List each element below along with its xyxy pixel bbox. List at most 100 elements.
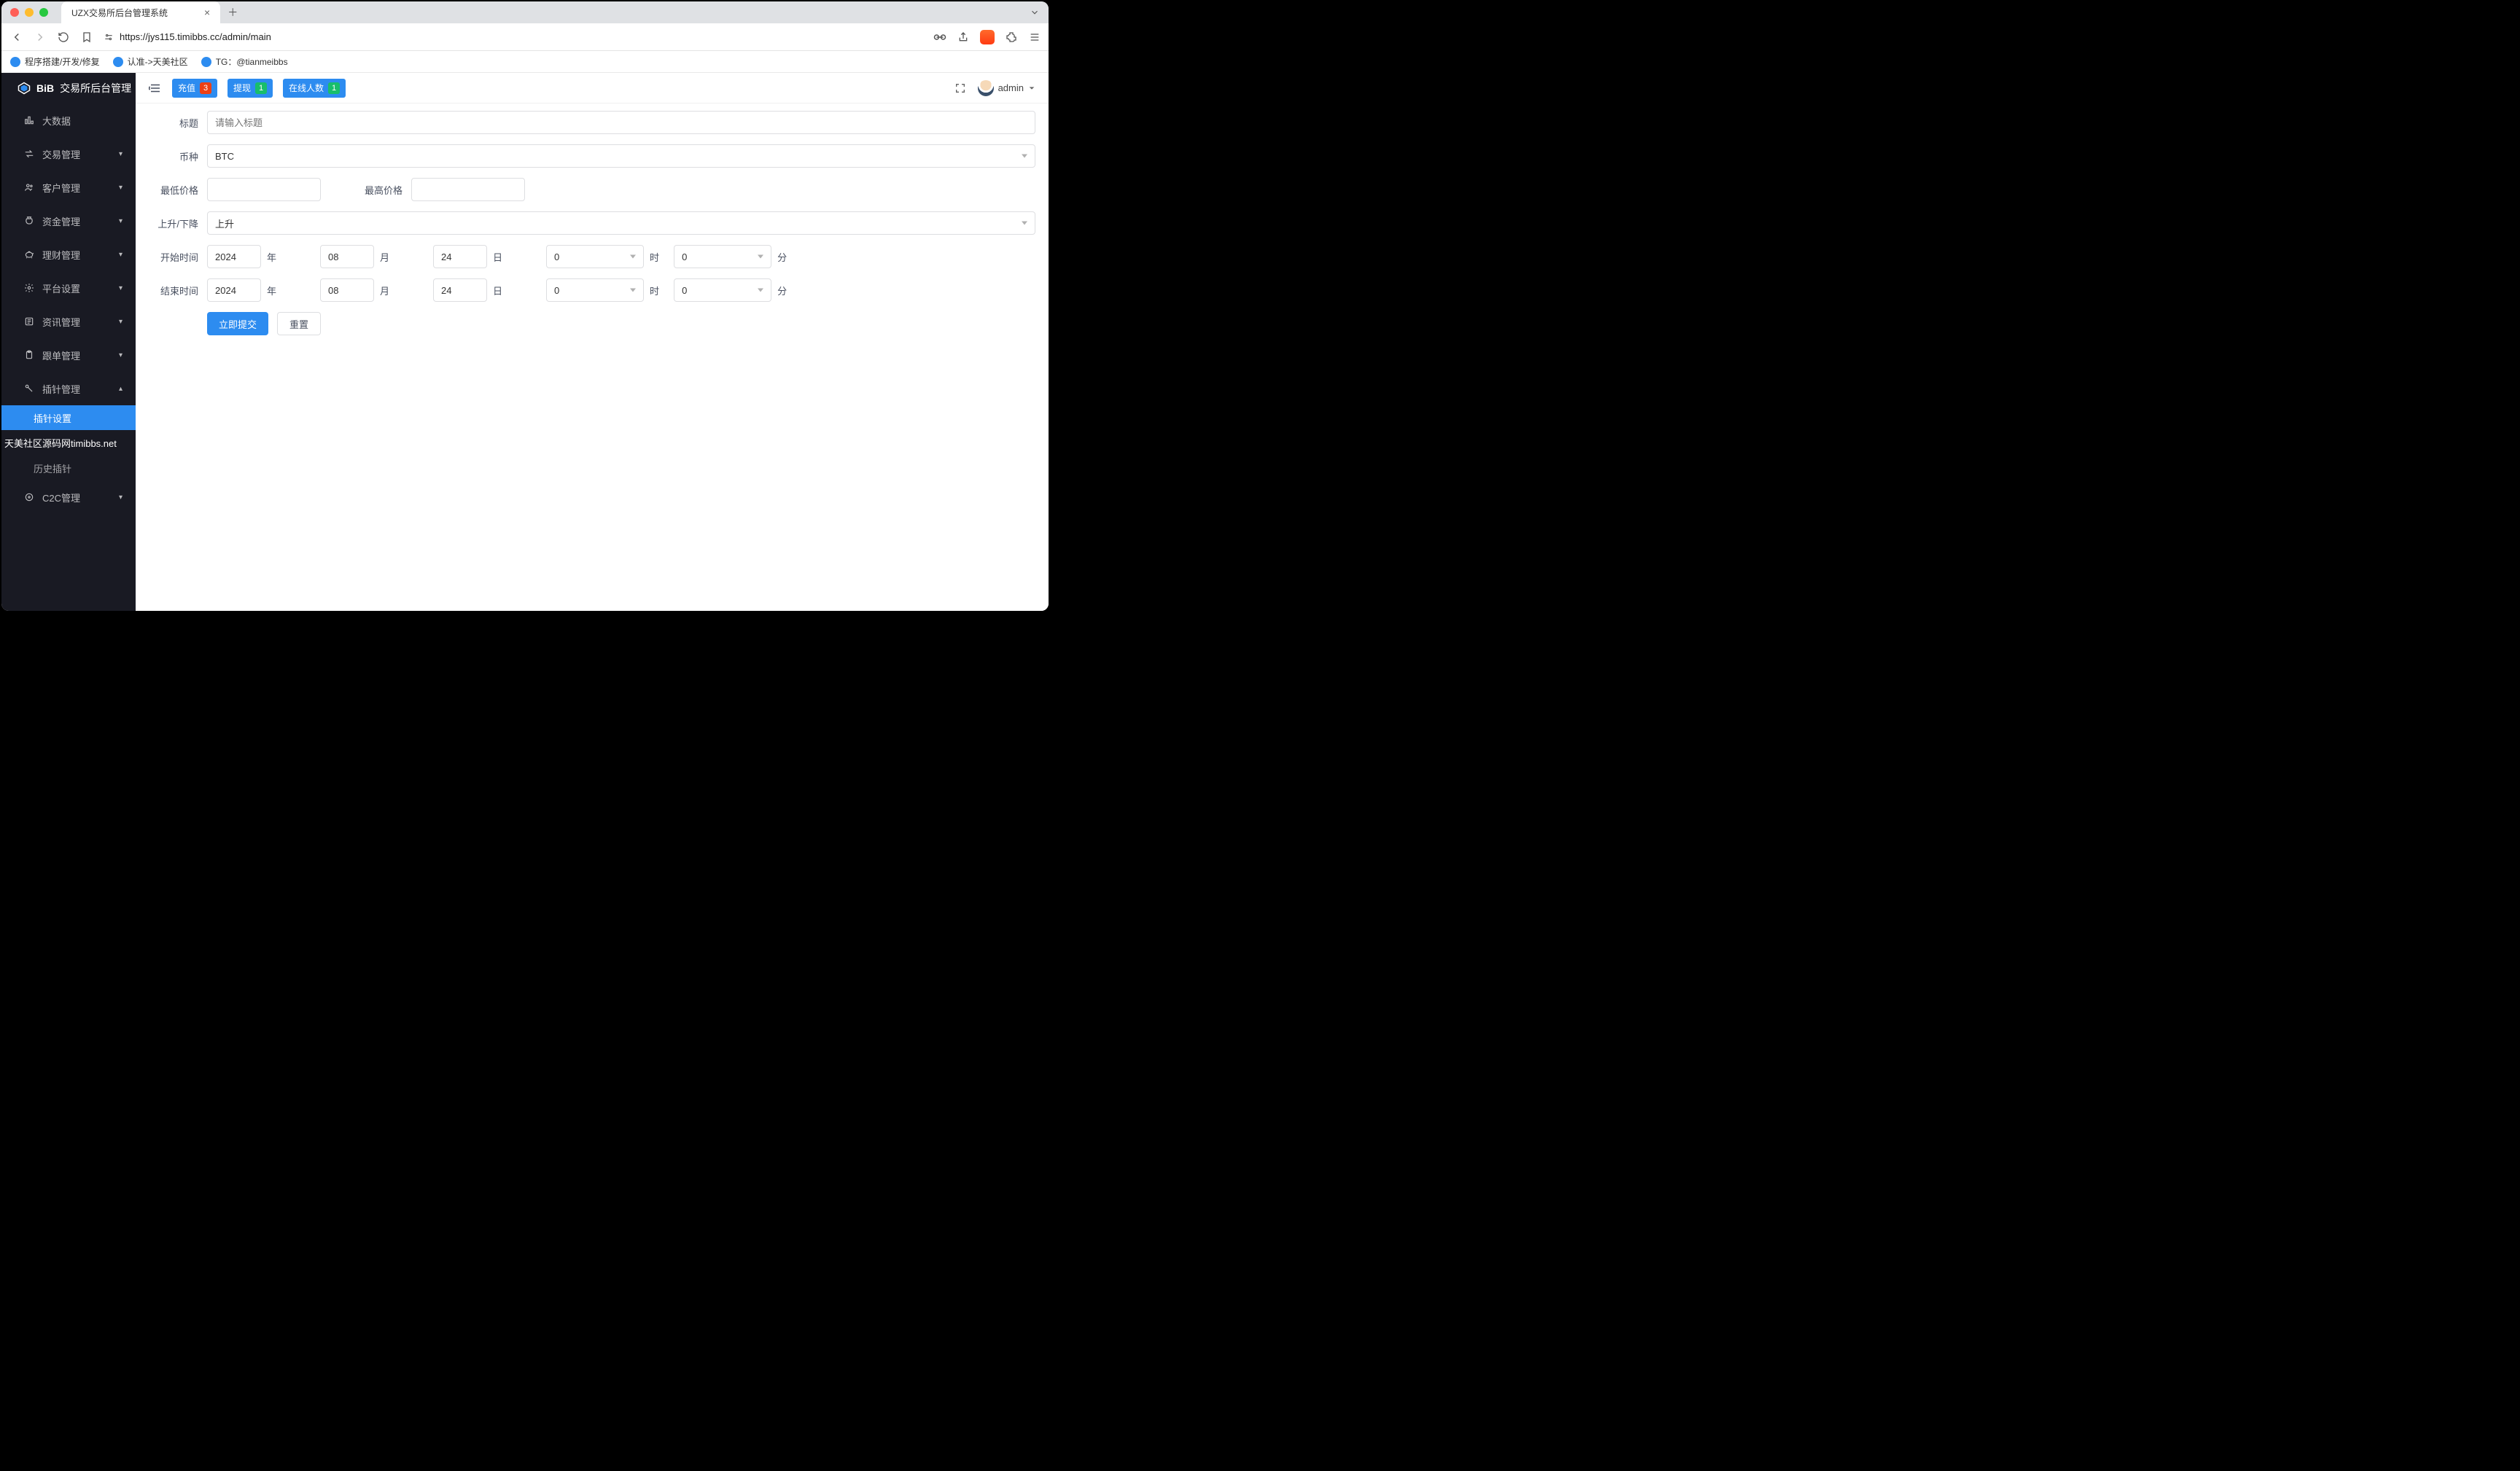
chevron-down-icon: ▾ <box>119 284 122 292</box>
new-tab-button[interactable]: ＋ <box>228 5 238 20</box>
vpn-icon[interactable] <box>933 31 946 44</box>
favicon <box>201 57 211 67</box>
browser-tab[interactable]: UZX交易所后台管理系统 × <box>61 1 220 23</box>
main-panel: 充值 3 提现 1 在线人数 1 admin <box>136 73 1049 611</box>
chevron-up-icon: ▴ <box>119 385 122 393</box>
sidebar-subitem-pin-settings[interactable]: 插针设置 <box>1 405 136 430</box>
sidebar-item-settings[interactable]: 平台设置 ▾ <box>1 271 136 305</box>
title-input[interactable] <box>207 111 1035 134</box>
piggy-bank-icon <box>23 249 35 260</box>
sidebar-item-dashboard[interactable]: 大数据 <box>1 104 136 137</box>
sidebar-subitem-pin-history[interactable]: 历史插针 <box>1 456 136 480</box>
form-row-price: 最低价格 最高价格 <box>149 178 1035 201</box>
hamburger-menu-icon[interactable] <box>1028 31 1041 44</box>
bookmark-item[interactable]: 程序搭建/开发/修复 <box>10 55 100 68</box>
start-day-input[interactable] <box>433 245 487 268</box>
tabs-overflow-icon[interactable] <box>1030 7 1040 17</box>
label-low-price: 最低价格 <box>149 183 198 197</box>
brave-shield-icon[interactable] <box>980 30 995 44</box>
logo-icon <box>18 82 31 95</box>
sidebar-item-trade[interactable]: 交易管理 ▾ <box>1 137 136 171</box>
back-button[interactable] <box>10 31 23 44</box>
unit-day: 日 <box>493 284 502 297</box>
forward-button[interactable] <box>34 31 47 44</box>
direction-select[interactable]: 上升 <box>207 211 1035 235</box>
sidebar-item-c2c[interactable]: C2C管理 ▾ <box>1 480 136 514</box>
start-year-input[interactable] <box>207 245 261 268</box>
share-icon[interactable] <box>957 31 970 44</box>
bookmark-label: TG：@tianmeibbs <box>216 55 288 68</box>
pill-label: 在线人数 <box>289 82 324 94</box>
chevron-down-icon: ▾ <box>119 217 122 225</box>
low-price-input[interactable] <box>207 178 321 201</box>
label-high-price: 最高价格 <box>330 183 402 197</box>
online-pill[interactable]: 在线人数 1 <box>283 79 346 98</box>
form-row-start-time: 开始时间 年 月 日 0 时 0 分 <box>149 245 1035 268</box>
chevron-down-icon: ▾ <box>119 150 122 158</box>
bookmark-item[interactable]: TG：@tianmeibbs <box>201 55 288 68</box>
fullscreen-icon[interactable] <box>954 82 966 94</box>
form-row-direction: 上升/下降 上升 <box>149 211 1035 235</box>
money-bag-icon <box>23 216 35 226</box>
label-coin: 币种 <box>149 149 198 163</box>
unit-month: 月 <box>380 250 389 264</box>
chevron-down-icon: ▾ <box>119 318 122 326</box>
url-text[interactable]: https://jys115.timibbs.cc/admin/main <box>120 31 271 42</box>
label-title: 标题 <box>149 116 198 130</box>
user-menu[interactable]: admin <box>978 80 1035 96</box>
traffic-lights <box>10 8 48 17</box>
tab-title: UZX交易所后台管理系统 <box>71 7 168 19</box>
unit-month: 月 <box>380 284 389 297</box>
sidebar-item-customer[interactable]: 客户管理 ▾ <box>1 171 136 204</box>
end-minute-select[interactable]: 0 <box>674 278 771 302</box>
sidebar-submenu-pin: 插针设置 天美社区源码网timibbs.net 历史插针 <box>1 405 136 480</box>
high-price-input[interactable] <box>411 178 525 201</box>
bookmark-item[interactable]: 认准->天美社区 <box>113 55 188 68</box>
sidebar-title: 交易所后台管理 <box>60 81 131 95</box>
withdraw-pill[interactable]: 提现 1 <box>228 79 273 98</box>
end-year-input[interactable] <box>207 278 261 302</box>
coin-select[interactable]: BTC <box>207 144 1035 168</box>
sidebar-item-finance[interactable]: 理财管理 ▾ <box>1 238 136 271</box>
sidebar-item-pin-manage[interactable]: 插针管理 ▴ <box>1 372 136 405</box>
clipboard-icon <box>23 350 35 360</box>
app-content: BiB 交易所后台管理 大数据 交易管理 ▾ 客户管理 ▾ 资金管理 ▾ <box>1 73 1049 611</box>
sidebar-watermark: 天美社区源码网timibbs.net <box>1 430 136 456</box>
close-window-button[interactable] <box>10 8 19 17</box>
sidebar-item-label: 资讯管理 <box>42 315 80 329</box>
collapse-sidebar-button[interactable] <box>149 83 162 93</box>
maximize-window-button[interactable] <box>39 8 48 17</box>
form-row-end-time: 结束时间 年 月 日 0 时 0 分 <box>149 278 1035 302</box>
extensions-icon[interactable] <box>1005 31 1018 44</box>
end-month-input[interactable] <box>320 278 374 302</box>
sidebar-item-label: 插针管理 <box>42 382 80 396</box>
sidebar-header: BiB 交易所后台管理 <box>1 73 136 104</box>
sidebar-item-funds[interactable]: 资金管理 ▾ <box>1 204 136 238</box>
end-hour-select[interactable]: 0 <box>546 278 644 302</box>
sidebar-item-copytrade[interactable]: 跟单管理 ▾ <box>1 338 136 372</box>
start-minute-select[interactable]: 0 <box>674 245 771 268</box>
chevron-down-icon: ▾ <box>119 493 122 502</box>
start-month-input[interactable] <box>320 245 374 268</box>
label-end-time: 结束时间 <box>149 284 198 297</box>
deposit-pill[interactable]: 充值 3 <box>172 79 217 98</box>
reload-button[interactable] <box>57 31 70 44</box>
bookmark-icon[interactable] <box>80 31 93 44</box>
minimize-window-button[interactable] <box>25 8 34 17</box>
gear-icon <box>23 283 35 293</box>
chevron-down-icon: ▾ <box>119 251 122 259</box>
users-icon <box>23 182 35 192</box>
start-hour-select[interactable]: 0 <box>546 245 644 268</box>
pill-label: 提现 <box>233 82 251 94</box>
close-tab-icon[interactable]: × <box>204 7 210 18</box>
start-minute-value: 0 <box>682 251 687 262</box>
site-settings-icon[interactable] <box>104 32 114 42</box>
favicon <box>10 57 20 67</box>
end-day-input[interactable] <box>433 278 487 302</box>
window-titlebar: UZX交易所后台管理系统 × ＋ <box>1 1 1049 23</box>
submit-button[interactable]: 立即提交 <box>207 312 268 335</box>
label-start-time: 开始时间 <box>149 250 198 264</box>
reset-button[interactable]: 重置 <box>277 312 321 335</box>
app-topbar: 充值 3 提现 1 在线人数 1 admin <box>136 73 1049 104</box>
sidebar-item-news[interactable]: 资讯管理 ▾ <box>1 305 136 338</box>
